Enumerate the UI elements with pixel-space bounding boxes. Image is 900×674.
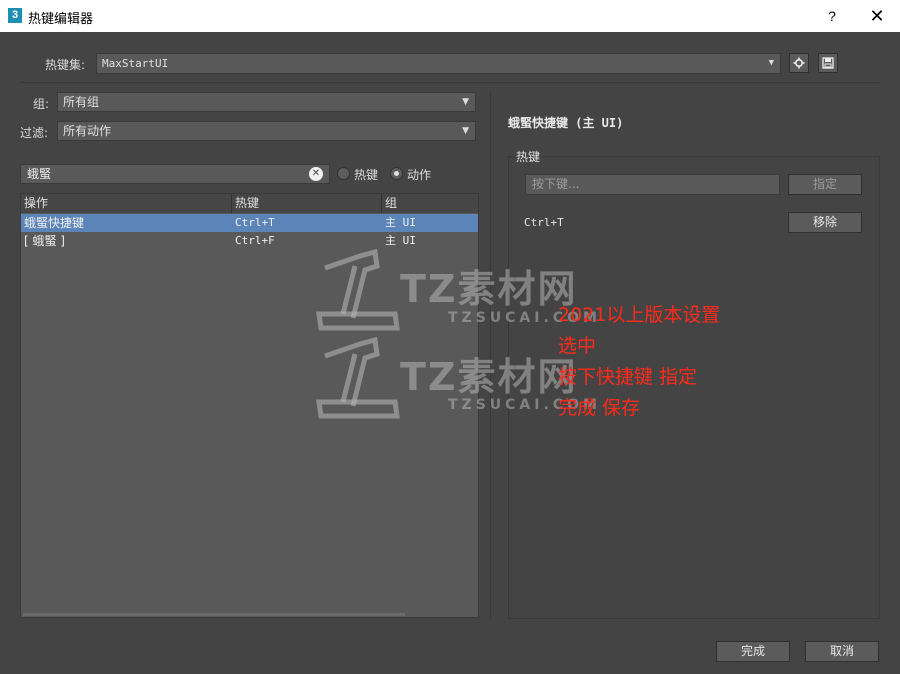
group-filter-value: 所有组 (63, 95, 100, 109)
divider (20, 82, 880, 83)
radio-action-label: 动作 (407, 168, 432, 182)
radio-hotkey-label: 热键 (354, 168, 379, 182)
annotation-line: 2021以上版本设置 (558, 304, 721, 326)
close-button[interactable]: ✕ (866, 6, 888, 26)
assign-button[interactable]: 指定 (788, 174, 862, 195)
row-hotkey: Ctrl+T (235, 216, 275, 229)
help-button[interactable]: ? (822, 6, 842, 26)
chevron-down-icon: ▼ (768, 58, 774, 68)
annotation-line: 按下快捷键 指定 (558, 366, 698, 388)
search-input[interactable]: 蛾蜸 ✕ (20, 164, 330, 184)
settings-button[interactable] (789, 53, 809, 73)
table-row[interactable]: [ 蛾蜸 ] Ctrl+F 主 UI (21, 232, 478, 250)
clear-icon[interactable]: ✕ (309, 167, 323, 181)
save-icon (822, 57, 834, 72)
chevron-down-icon: ▼ (462, 126, 469, 136)
cancel-button[interactable]: 取消 (805, 641, 879, 662)
horizontal-scrollbar[interactable] (23, 613, 405, 616)
table-header: 操作 热键 组 (21, 194, 478, 213)
panel-divider (490, 92, 491, 619)
selected-action-title: 蛾蜸快捷键 (主 UI) (508, 116, 624, 130)
action-filter-value: 所有动作 (63, 124, 112, 138)
row-hotkey: Ctrl+F (235, 234, 275, 247)
radio-action[interactable] (390, 167, 403, 180)
row-action: [ 蛾蜸 ] (24, 234, 65, 248)
radio-hotkey[interactable] (337, 167, 350, 180)
hotkey-group-label: 热键 (514, 148, 543, 165)
action-filter-label: 过滤: (20, 126, 49, 140)
group-filter-label: 组: (33, 97, 50, 111)
column-header-hotkey[interactable]: 热键 (232, 194, 382, 213)
hotkey-set-label: 热键集: (45, 58, 86, 72)
chevron-down-icon: ▼ (462, 97, 469, 107)
column-header-group[interactable]: 组 (382, 194, 478, 213)
annotation-line: 选中 (558, 335, 597, 357)
done-button[interactable]: 完成 (716, 641, 790, 662)
actions-table[interactable]: 操作 热键 组 蛾蜸快捷键 Ctrl+T 主 UI [ 蛾蜸 ] Ctrl+F … (20, 193, 479, 618)
row-action: 蛾蜸快捷键 (24, 216, 85, 230)
save-button[interactable] (818, 53, 838, 73)
title-bar: 3 热键编辑器 ? ✕ (0, 0, 900, 32)
annotation-line: 完成 保存 (558, 397, 641, 419)
hotkey-input-placeholder: 按下键... (532, 177, 580, 191)
window-title: 热键编辑器 (28, 12, 94, 27)
action-filter-dropdown[interactable]: 所有动作 ▼ (57, 121, 476, 141)
column-header-action[interactable]: 操作 (21, 194, 232, 213)
hotkey-set-value: MaxStartUI (102, 57, 169, 70)
row-group: 主 UI (385, 234, 416, 247)
current-hotkey: Ctrl+T (524, 216, 564, 229)
app-icon: 3 (8, 8, 22, 23)
search-value: 蛾蜸 (27, 167, 52, 181)
gear-icon (793, 57, 805, 72)
hotkey-input[interactable]: 按下键... (525, 174, 780, 195)
remove-button[interactable]: 移除 (788, 212, 862, 233)
annotation-note: 2021以上版本设置 选中 按下快捷键 指定 完成 保存 (558, 300, 720, 424)
table-row[interactable]: 蛾蜸快捷键 Ctrl+T 主 UI (21, 214, 478, 232)
hotkey-set-dropdown[interactable]: MaxStartUI ▼ (96, 53, 781, 74)
group-filter-dropdown[interactable]: 所有组 ▼ (57, 92, 476, 112)
row-group: 主 UI (385, 216, 416, 229)
